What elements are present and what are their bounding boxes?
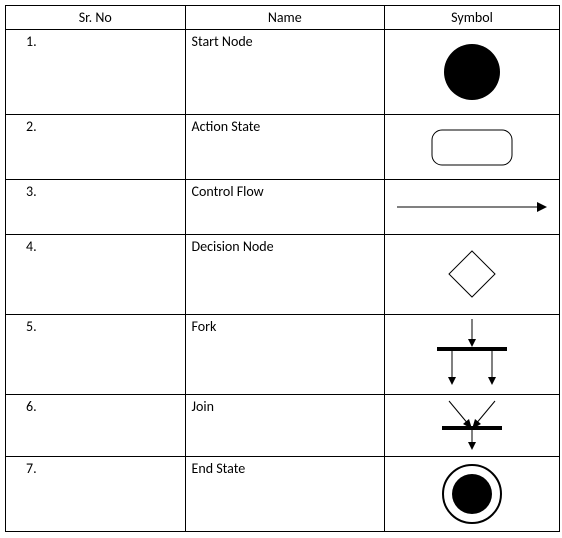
table-row: 1. Start Node (6, 30, 560, 115)
cell-symbol (385, 115, 560, 180)
decision-node-icon (445, 247, 500, 302)
cell-sr: 6. (6, 395, 186, 457)
cell-sr: 2. (6, 115, 186, 180)
cell-symbol (385, 457, 560, 532)
cell-sr: 1. (6, 30, 186, 115)
table-row: 6. Join (6, 395, 560, 457)
cell-sr: 7. (6, 457, 186, 532)
fork-icon (422, 317, 522, 392)
cell-name: Start Node (185, 30, 385, 115)
table-row: 2. Action State (6, 115, 560, 180)
cell-symbol (385, 235, 560, 315)
cell-sr: 4. (6, 235, 186, 315)
start-node-icon (442, 42, 502, 102)
cell-name: End State (185, 457, 385, 532)
control-flow-icon (392, 195, 552, 220)
table-row: 4. Decision Node (6, 235, 560, 315)
join-icon (427, 398, 517, 453)
header-symbol: Symbol (385, 6, 560, 30)
cell-name: Join (185, 395, 385, 457)
action-state-icon (427, 125, 517, 170)
end-state-icon (440, 462, 505, 527)
cell-sr: 5. (6, 315, 186, 395)
cell-name: Decision Node (185, 235, 385, 315)
cell-symbol (385, 395, 560, 457)
cell-name: Control Flow (185, 180, 385, 235)
symbols-table: Sr. No Name Symbol 1. Start Node 2. Acti… (5, 5, 560, 532)
table-row: 5. Fork (6, 315, 560, 395)
table-row: 7. End State (6, 457, 560, 532)
table-row: 3. Control Flow (6, 180, 560, 235)
cell-name: Action State (185, 115, 385, 180)
cell-name: Fork (185, 315, 385, 395)
cell-symbol (385, 30, 560, 115)
cell-sr: 3. (6, 180, 186, 235)
cell-symbol (385, 315, 560, 395)
header-name: Name (185, 6, 385, 30)
header-sr: Sr. No (6, 6, 186, 30)
cell-symbol (385, 180, 560, 235)
